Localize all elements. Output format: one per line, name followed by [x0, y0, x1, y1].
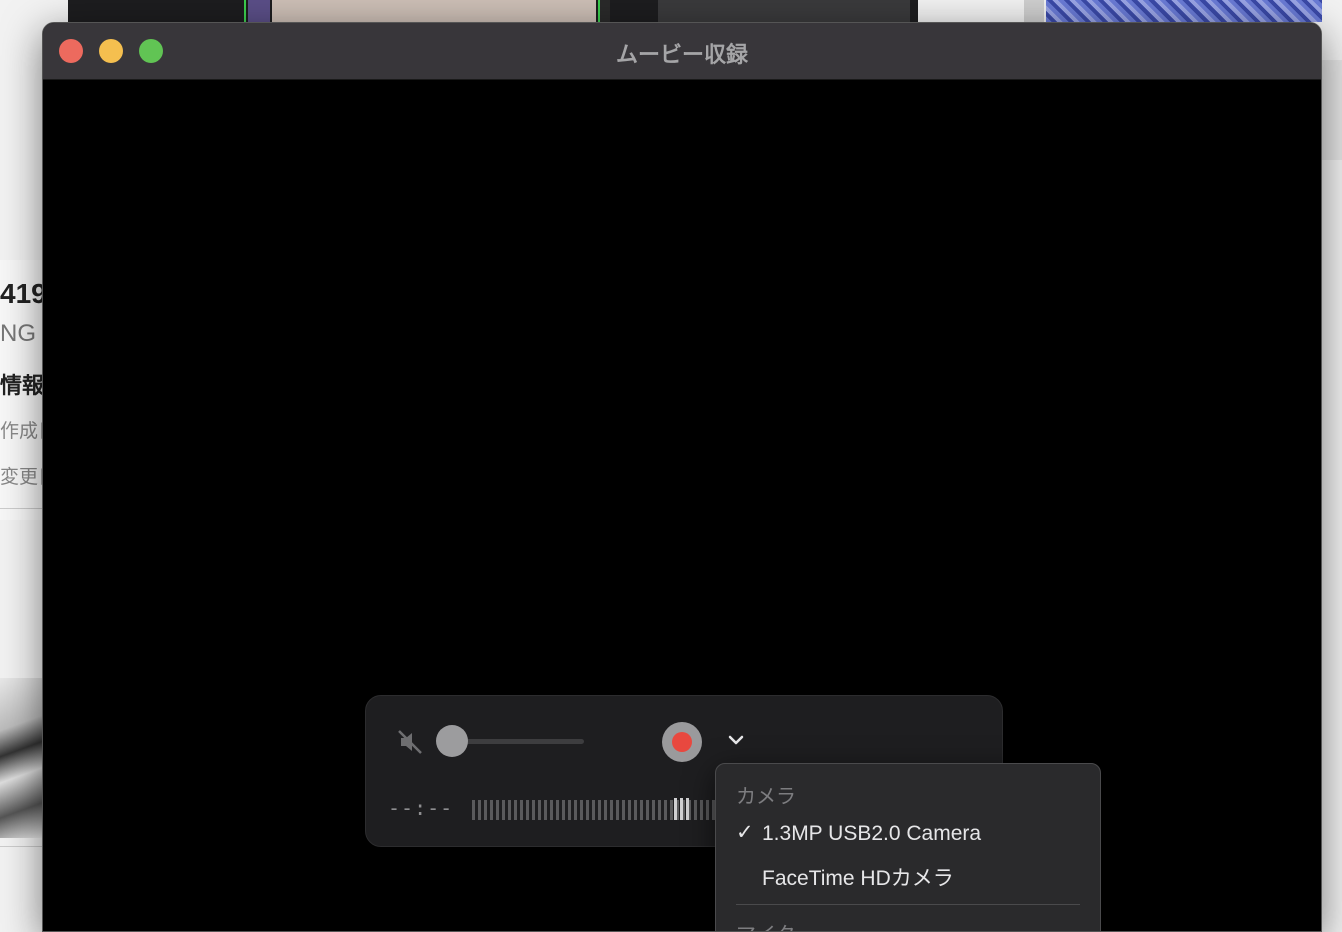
background-text: 変更日 [0, 467, 42, 488]
menu-item-facetime-camera[interactable]: FaceTime HDカメラ [736, 858, 1088, 892]
menu-separator [736, 904, 1080, 905]
background-text: 情報 [0, 373, 42, 398]
background-panel [1024, 0, 1044, 22]
background-text: NG [0, 320, 36, 347]
microphone-section-header: マイク [736, 918, 796, 931]
source-menu: カメラ ✓ 1.3MP USB2.0 Camera FaceTime HDカメラ… [715, 763, 1101, 931]
menu-item-label: 1.3MP USB2.0 Camera [762, 822, 982, 845]
record-dot-icon [672, 732, 692, 752]
background-pattern-image [1046, 0, 1322, 22]
background-thumbnail [658, 0, 910, 22]
volume-slider-track[interactable] [454, 739, 584, 744]
background-divider [0, 508, 42, 509]
camera-section-header: カメラ [736, 786, 796, 808]
background-text: 作成日 [0, 421, 42, 442]
title-bar[interactable]: ムービー収録 [43, 23, 1321, 80]
record-button[interactable] [662, 722, 702, 762]
menu-item-label: FaceTime HDカメラ [762, 867, 954, 890]
checkmark-icon: ✓ [736, 821, 754, 844]
background-thumbnail [272, 0, 596, 22]
volume-slider-knob[interactable] [436, 725, 468, 757]
background-text: 419 [0, 278, 42, 309]
audio-level-peak [674, 798, 690, 820]
background-thumbnail [598, 0, 610, 22]
background-panel [1322, 60, 1342, 160]
background-divider [0, 846, 42, 847]
chevron-down-icon[interactable] [726, 730, 746, 750]
recording-time: --:-- [388, 796, 454, 820]
window-title: ムービー収録 [615, 43, 748, 68]
background-photo [0, 678, 42, 838]
background-thumbnail [248, 0, 270, 22]
movie-recording-window: ムービー収録 --:-- カメラ ✓ 1.3MP USB2.0 Camera F… [42, 22, 1322, 932]
background-accent-line [244, 0, 246, 22]
menu-item-usb-camera[interactable]: ✓ 1.3MP USB2.0 Camera [736, 818, 1088, 852]
speaker-muted-icon[interactable] [396, 728, 424, 756]
